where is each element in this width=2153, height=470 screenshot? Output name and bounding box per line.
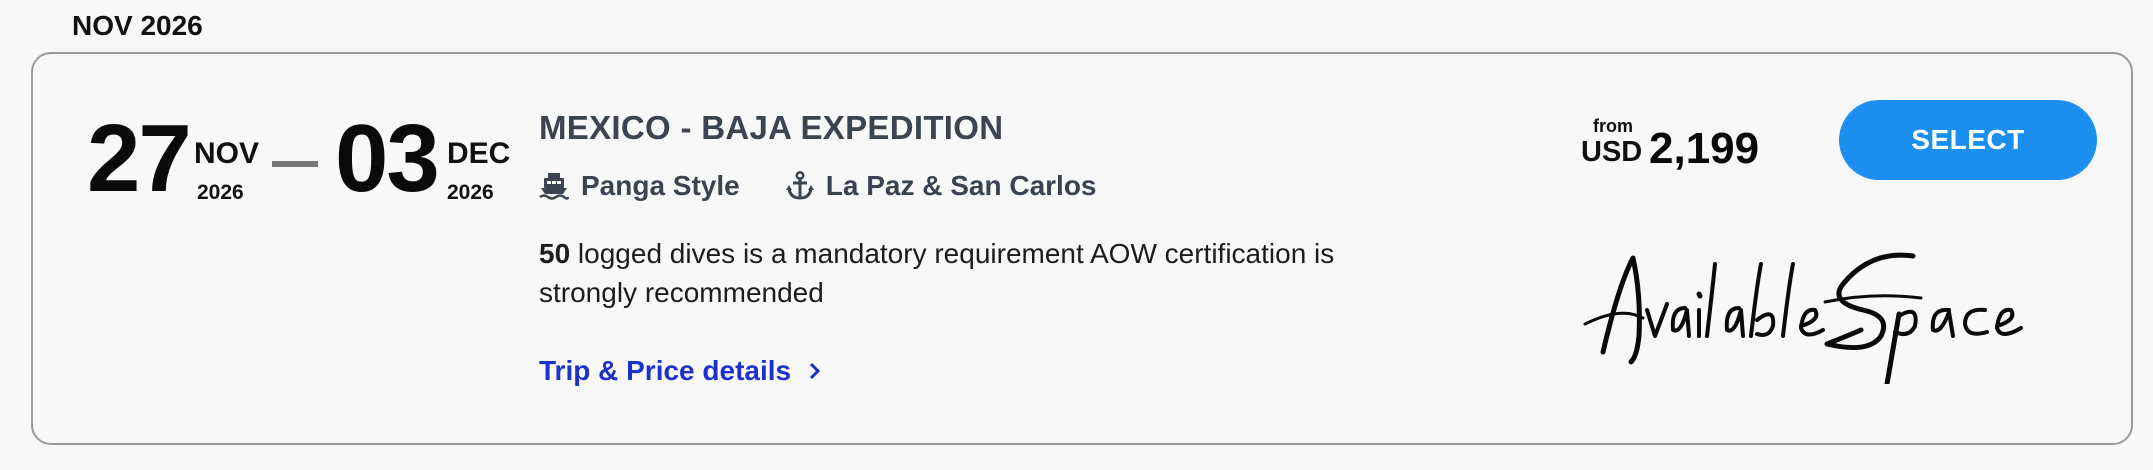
price-amount: 2,199 — [1649, 124, 1760, 173]
end-year: 2026 — [447, 181, 494, 204]
trip-style: Panga Style — [539, 170, 740, 202]
end-month: DEC — [447, 137, 511, 170]
trip-requirements: 50 logged dives is a mandatory requireme… — [539, 234, 1359, 312]
select-button[interactable]: SELECT — [1839, 100, 2097, 180]
trip-title: MEXICO - BAJA EXPEDITION — [539, 109, 1004, 146]
trip-style-label: Panga Style — [581, 170, 740, 201]
month-heading: NOV 2026 — [72, 10, 203, 41]
details-link-label: Trip & Price details — [539, 355, 792, 386]
price-currency: USD — [1581, 136, 1643, 168]
start-year: 2026 — [197, 181, 244, 204]
requirement-text: logged dives is a mandatory requirement … — [539, 238, 1335, 308]
end-day: 03 — [335, 105, 440, 212]
requirement-count: 50 — [539, 238, 571, 269]
anchor-icon — [785, 171, 814, 200]
boat-icon — [539, 173, 569, 200]
price: from USD 2,199 — [1581, 116, 1801, 176]
trip-price-details-link[interactable]: Trip & Price details — [539, 355, 821, 387]
trip-card: 27 NOV 2026 03 DEC 2026 MEXICO - BAJA EX… — [31, 52, 2133, 445]
start-day: 27 — [87, 105, 192, 212]
trip-location-label: La Paz & San Carlos — [825, 170, 1097, 201]
chevron-right-icon — [810, 362, 821, 380]
price-from: from — [1593, 116, 1633, 136]
date-separator — [272, 161, 318, 167]
trip-meta: Panga Style La Paz & San Carlos — [539, 170, 1097, 202]
trip-location: La Paz & San Carlos — [785, 170, 1097, 202]
start-month: NOV — [194, 137, 260, 170]
available-space-signature — [1583, 252, 2023, 384]
